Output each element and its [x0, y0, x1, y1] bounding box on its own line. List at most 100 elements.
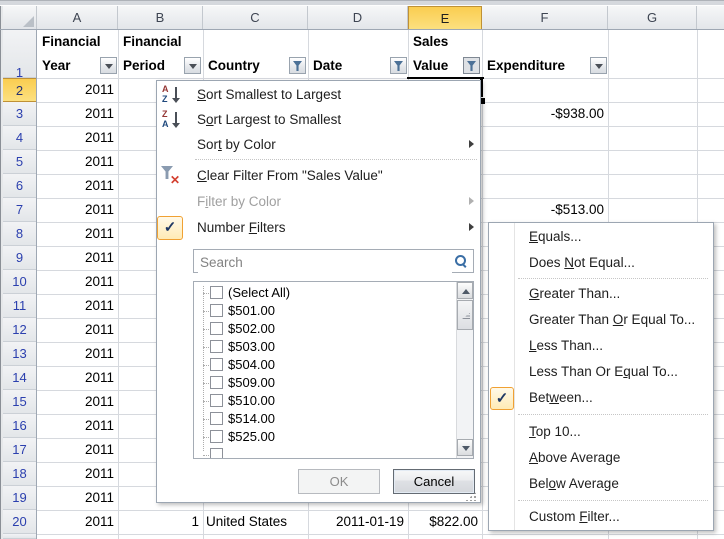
submenu-item-does-not-equal[interactable]: Does Not Equal... [489, 250, 712, 276]
menu-item-clear-filter[interactable]: Clear Filter From "Sales Value" [157, 163, 479, 188]
scroll-up-button[interactable] [457, 282, 473, 299]
scroll-down-button[interactable] [457, 439, 473, 456]
column-header-d[interactable]: D [308, 6, 408, 30]
column-header-b[interactable]: B [118, 6, 203, 30]
row-header-4[interactable]: 4 [3, 126, 36, 150]
filter-dropdown-button-country[interactable] [289, 57, 306, 74]
column-header-f[interactable]: F [482, 6, 608, 30]
list-item-525[interactable]: $525.00 [194, 428, 454, 446]
row-header-19[interactable]: 19 [3, 486, 36, 510]
submenu-item-custom-filter[interactable]: Custom Filter... [489, 504, 712, 530]
column-header-c[interactable]: C [203, 6, 308, 30]
row-header-20[interactable]: 20 [3, 510, 36, 534]
checkbox[interactable] [210, 322, 223, 335]
cancel-button[interactable]: Cancel [393, 469, 475, 494]
cell-a19[interactable]: 2011 [37, 486, 114, 510]
row-header-21-partial[interactable] [3, 534, 36, 539]
row-header-1[interactable]: 1 [3, 30, 36, 78]
list-item-514[interactable]: $514.00 [194, 410, 454, 428]
cell-f7-expenditure[interactable]: -$513.00 [482, 198, 604, 222]
checkbox[interactable] [210, 340, 223, 353]
list-scrollbar[interactable] [456, 282, 473, 458]
submenu-item-greater-than[interactable]: Greater Than... [489, 281, 712, 307]
menu-item-sort-smallest-to-largest[interactable]: Sort Smallest to Largest [157, 82, 479, 107]
row-header-11[interactable]: 11 [3, 294, 36, 318]
cell-a7[interactable]: 2011 [37, 198, 114, 222]
row-header-15[interactable]: 15 [3, 390, 36, 414]
cell-a14[interactable]: 2011 [37, 366, 114, 390]
list-item-501[interactable]: $501.00 [194, 302, 454, 320]
row-header-16[interactable]: 16 [3, 414, 36, 438]
cell-c20[interactable]: United States [206, 510, 287, 534]
row-header-10[interactable]: 10 [3, 270, 36, 294]
checkbox[interactable] [210, 304, 223, 317]
submenu-item-greater-than-or-equal[interactable]: Greater Than Or Equal To... [489, 307, 712, 333]
row-header-6[interactable]: 6 [3, 174, 36, 198]
cell-a4[interactable]: 2011 [37, 126, 114, 150]
cell-a8[interactable]: 2011 [37, 222, 114, 246]
cell-d20[interactable]: 2011-01-19 [308, 510, 404, 534]
select-all-corner[interactable] [3, 6, 37, 29]
scrollbar-thumb[interactable] [457, 300, 473, 330]
row-header-3[interactable]: 3 [3, 102, 36, 126]
filter-dropdown-button-expenditure[interactable] [590, 57, 607, 74]
submenu-item-above-average[interactable]: Above Average [489, 445, 712, 471]
ok-button[interactable]: OK [298, 469, 380, 494]
filter-dropdown-button-year[interactable] [100, 57, 117, 74]
menu-item-number-filters[interactable]: Number Filters [157, 215, 479, 240]
row-header-7[interactable]: 7 [3, 198, 36, 222]
cell-a15[interactable]: 2011 [37, 390, 114, 414]
cell-b20[interactable]: 1 [118, 510, 199, 534]
list-item-504[interactable]: $504.00 [194, 356, 454, 374]
row-header-8[interactable]: 8 [3, 222, 36, 246]
cell-a10[interactable]: 2011 [37, 270, 114, 294]
list-item-510[interactable]: $510.00 [194, 392, 454, 410]
cell-a11[interactable]: 2011 [37, 294, 114, 318]
list-item-partial[interactable] [194, 446, 454, 459]
checkbox[interactable] [210, 286, 223, 299]
row-header-14[interactable]: 14 [3, 366, 36, 390]
list-item-503[interactable]: $503.00 [194, 338, 454, 356]
cell-e20[interactable]: $822.00 [408, 510, 478, 534]
cell-a6[interactable]: 2011 [37, 174, 114, 198]
list-item-509[interactable]: $509.00 [194, 374, 454, 392]
cell-a2[interactable]: 2011 [37, 78, 114, 102]
list-item-502[interactable]: $502.00 [194, 320, 454, 338]
checkbox[interactable] [210, 412, 223, 425]
cell-a12[interactable]: 2011 [37, 318, 114, 342]
cell-a16[interactable]: 2011 [37, 414, 114, 438]
filter-dropdown-button-date[interactable] [390, 57, 407, 74]
row-header-12[interactable]: 12 [3, 318, 36, 342]
row-header-17[interactable]: 17 [3, 438, 36, 462]
submenu-item-top-10[interactable]: Top 10... [489, 419, 712, 445]
search-input[interactable] [198, 251, 452, 273]
column-header-partial[interactable] [697, 6, 724, 30]
cell-a18[interactable]: 2011 [37, 462, 114, 486]
menu-item-sort-by-color[interactable]: Sort by Color [157, 132, 479, 157]
cell-a17[interactable]: 2011 [37, 438, 114, 462]
checkbox[interactable] [210, 376, 223, 389]
row-header-5[interactable]: 5 [3, 150, 36, 174]
submenu-item-equals[interactable]: Equals... [489, 224, 712, 250]
column-header-g[interactable]: G [608, 6, 697, 30]
submenu-item-between[interactable]: Between... [489, 385, 712, 411]
cell-a13[interactable]: 2011 [37, 342, 114, 366]
cell-a20[interactable]: 2011 [37, 510, 114, 534]
row-header-9[interactable]: 9 [3, 246, 36, 270]
column-header-e-selected[interactable]: E [408, 6, 482, 30]
submenu-item-less-than-or-equal[interactable]: Less Than Or Equal To... [489, 359, 712, 385]
row-header-18[interactable]: 18 [3, 462, 36, 486]
checkbox[interactable] [210, 448, 223, 459]
checkbox[interactable] [210, 394, 223, 407]
cell-f3-expenditure[interactable]: -$938.00 [482, 102, 604, 126]
submenu-item-below-average[interactable]: Below Average [489, 471, 712, 497]
checkbox[interactable] [210, 430, 223, 443]
filter-dropdown-button-sales-value-active[interactable] [463, 57, 480, 74]
list-item-select-all[interactable]: (Select All) [194, 284, 454, 302]
cell-a5[interactable]: 2011 [37, 150, 114, 174]
cell-a9[interactable]: 2011 [37, 246, 114, 270]
filter-dropdown-button-period[interactable] [184, 57, 201, 74]
row-header-2-selected[interactable]: 2 [3, 78, 36, 102]
search-icon[interactable] [455, 255, 468, 268]
menu-item-sort-largest-to-smallest[interactable]: Sort Largest to Smallest [157, 107, 479, 132]
